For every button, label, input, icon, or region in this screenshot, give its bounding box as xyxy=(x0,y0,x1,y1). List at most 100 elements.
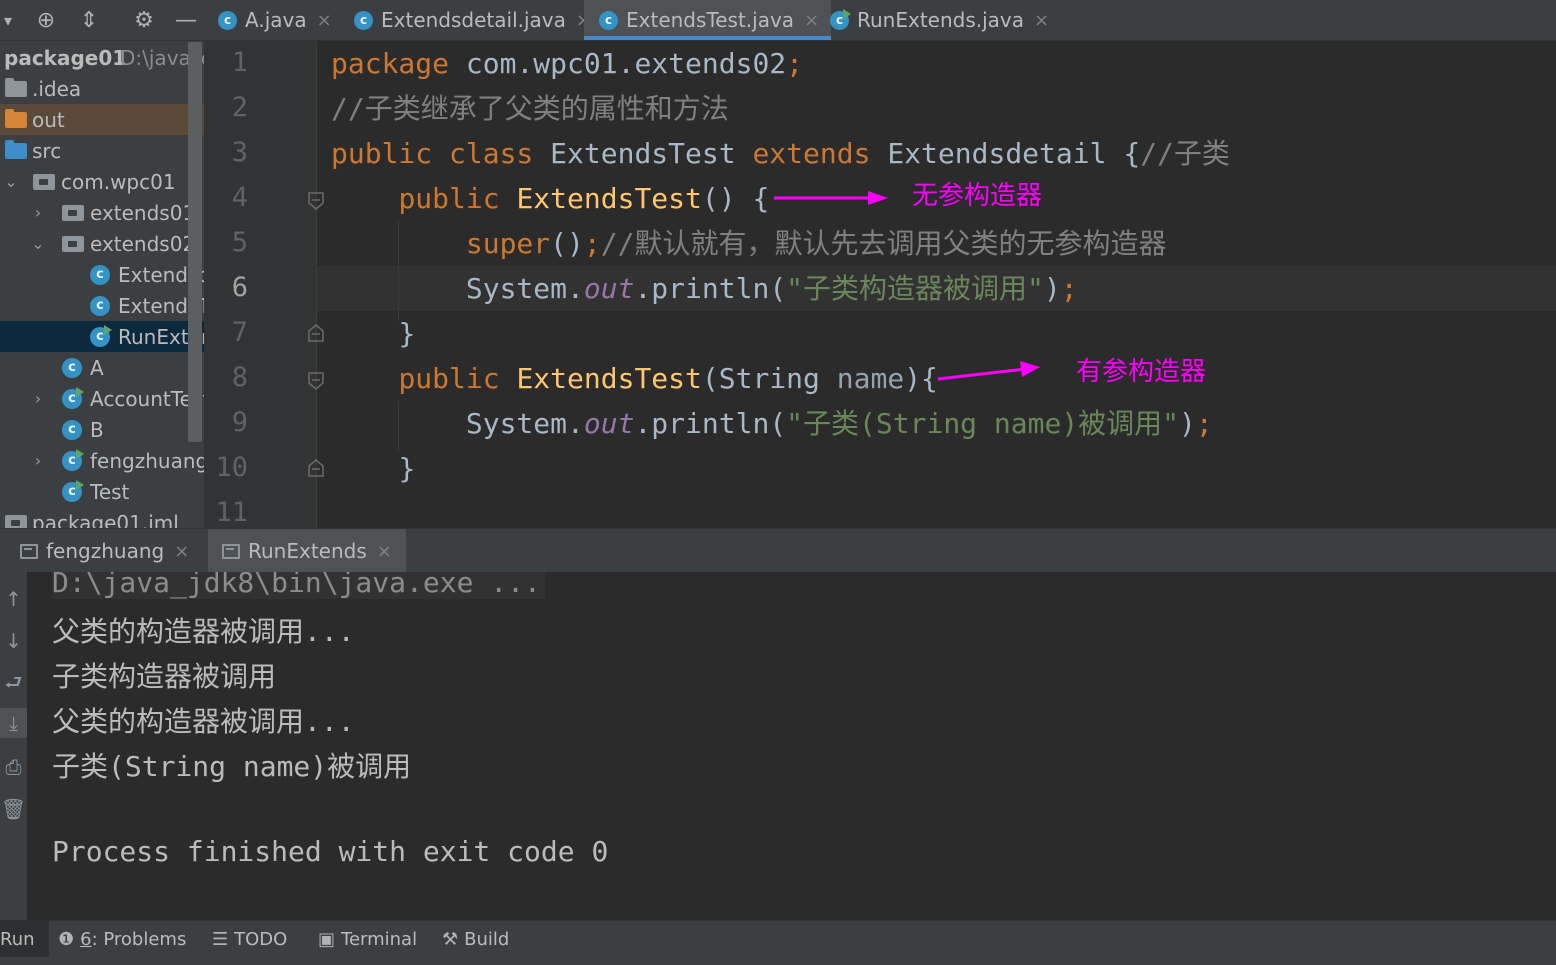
tree-item-extendsdetail[interactable]: c Extendsd xyxy=(0,259,204,290)
tree-item-label: .idea xyxy=(32,76,82,101)
code-token: System. xyxy=(465,407,584,440)
tree-item-accounttest[interactable]: › c AccountTest xyxy=(0,383,204,414)
fold-close-icon[interactable] xyxy=(306,458,326,478)
tree-item-iml[interactable]: package01.iml xyxy=(0,507,204,528)
tree-item-b[interactable]: c B xyxy=(0,414,204,445)
trash-icon[interactable]: 🗑 xyxy=(0,794,27,824)
tab-runextends-java[interactable]: c RunExtends.java × xyxy=(830,0,1049,40)
toolwindow-run[interactable]: Run xyxy=(0,921,49,957)
tab-a-java[interactable]: c A.java × xyxy=(218,0,332,40)
class-icon: c xyxy=(62,419,82,440)
tab-extendsdetail-java[interactable]: c Extendsdetail.java × xyxy=(354,0,591,40)
console-exit-line: Process finished with exit code 0 xyxy=(52,835,609,868)
code-token: public class xyxy=(331,137,534,170)
print-icon[interactable]: ⎙ xyxy=(0,752,27,782)
collapse-all-icon[interactable]: ⇕ xyxy=(75,6,103,34)
runnable-class-icon: c xyxy=(90,324,112,347)
tree-item-label: fengzhuang xyxy=(90,448,204,473)
line-number: 9 xyxy=(231,407,248,438)
code-token: package xyxy=(331,47,450,80)
runnable-class-icon: c xyxy=(830,8,851,30)
tree-item-runextends[interactable]: c RunExter xyxy=(0,321,204,352)
toolwindow-run-label: Run xyxy=(0,928,35,950)
tree-item-a[interactable]: c A xyxy=(0,352,204,383)
tree-item-out[interactable]: out xyxy=(0,104,204,135)
close-icon[interactable]: × xyxy=(377,541,392,562)
code-line-6: System.out.println("子类构造器被调用"); xyxy=(331,266,1078,311)
chevron-right-icon[interactable]: › xyxy=(31,389,45,408)
line-number: 8 xyxy=(231,362,248,393)
hammer-icon: ⚒ xyxy=(442,928,459,950)
toolwindow-todo[interactable]: ☰ TODO xyxy=(212,921,287,957)
chevron-down-icon[interactable]: ⌄ xyxy=(31,234,45,253)
locate-icon[interactable]: ⊕ xyxy=(32,6,60,34)
toolwindow-terminal-label: Terminal xyxy=(341,928,418,950)
line-number: 10 xyxy=(215,452,248,483)
folder-icon xyxy=(5,77,27,97)
tree-item-src[interactable]: src xyxy=(0,135,204,166)
arrow-up-icon[interactable]: ↑ xyxy=(0,584,27,614)
chevron-right-icon[interactable]: › xyxy=(31,203,45,222)
package-icon xyxy=(62,235,84,252)
close-icon[interactable]: × xyxy=(174,541,189,562)
runnable-class-icon: c xyxy=(62,479,84,502)
tree-item-com-wpc01[interactable]: ⌄ com.wpc01 xyxy=(0,166,204,197)
tree-item-fengzhuang[interactable]: › c fengzhuang xyxy=(0,445,204,476)
package-icon xyxy=(33,173,55,190)
tree-item-idea[interactable]: .idea xyxy=(0,73,204,104)
code-token: () xyxy=(550,227,584,260)
gear-icon[interactable]: ⚙ xyxy=(130,6,158,34)
fold-close-icon[interactable] xyxy=(306,323,326,343)
code-token: () { xyxy=(701,182,770,215)
toolwindow-build[interactable]: ⚒ Build xyxy=(442,921,509,957)
chevron-right-icon[interactable]: › xyxy=(31,451,45,470)
code-line-10: } xyxy=(331,446,415,491)
code-token: } xyxy=(398,452,416,485)
tree-item-label: extends01 xyxy=(90,200,196,225)
toolwindow-build-label: Build xyxy=(464,928,510,950)
runnable-class-icon: c xyxy=(62,386,84,409)
tree-item-label: A xyxy=(90,355,104,380)
close-icon[interactable]: × xyxy=(1034,10,1049,31)
tree-item-extends01[interactable]: › extends01 xyxy=(0,197,204,228)
dropdown-icon[interactable]: ▾ xyxy=(0,6,22,34)
scroll-to-end-icon[interactable]: ⤓ xyxy=(0,708,27,738)
toolwindow-terminal[interactable]: ▣ Terminal xyxy=(318,921,417,957)
tab-extendstest-java[interactable]: c ExtendsTest.java × xyxy=(584,0,832,40)
close-icon[interactable]: × xyxy=(804,10,819,31)
tree-item-test[interactable]: c Test xyxy=(0,476,204,507)
console-output[interactable]: D:\java_jdk8\bin\java.exe ... 父类的构造器被调用.… xyxy=(27,572,1556,920)
info-icon: ❶ xyxy=(58,928,75,950)
hide-icon[interactable]: — xyxy=(172,6,200,34)
problems-count: 6 xyxy=(80,928,92,950)
console-line: 父类的构造器被调用... xyxy=(52,615,355,648)
project-toolbar: ▾ ⊕ ⇕ ⚙ — xyxy=(0,0,204,41)
close-icon[interactable]: × xyxy=(317,10,332,31)
tree-item-extends02[interactable]: ⌄ extends02 xyxy=(0,228,204,259)
run-tab-runextends[interactable]: RunExtends × xyxy=(208,529,406,573)
terminal-icon: ▣ xyxy=(318,928,336,950)
toolwindow-problems[interactable]: ❶ 6: Problems xyxy=(58,921,186,957)
code-editor[interactable]: 1 2 3 4 5 6 7 8 9 10 11 package com.wpc0… xyxy=(204,41,1556,528)
console-command-line: D:\java_jdk8\bin\java.exe ... xyxy=(52,572,545,599)
tree-root[interactable]: package01 D:\java_c xyxy=(0,42,204,73)
toolwindow-problems-label: : Problems xyxy=(91,928,187,950)
sidebar-scrollbar[interactable] xyxy=(188,42,202,442)
code-token: public xyxy=(398,362,500,395)
soft-wrap-icon[interactable]: ⮐ xyxy=(0,670,27,700)
code-token: ; xyxy=(786,47,804,80)
line-number: 3 xyxy=(231,137,248,168)
tree-item-label: Test xyxy=(90,479,130,504)
tree-item-extendstest[interactable]: c ExtendsT xyxy=(0,290,204,321)
chevron-down-icon[interactable]: ⌄ xyxy=(4,172,18,191)
run-tab-fengzhuang[interactable]: fengzhuang × xyxy=(20,529,203,573)
code-comment: //子类继承了父类的属性和方法 xyxy=(331,92,729,125)
line-number: 7 xyxy=(231,317,248,348)
code-token: out xyxy=(583,407,635,440)
code-token: } xyxy=(398,317,416,350)
code-token: out xyxy=(583,272,635,305)
fold-open-icon[interactable] xyxy=(306,371,326,391)
arrow-down-icon[interactable]: ↓ xyxy=(0,626,27,656)
fold-open-icon[interactable] xyxy=(306,191,326,211)
project-name: package01 xyxy=(4,45,127,70)
